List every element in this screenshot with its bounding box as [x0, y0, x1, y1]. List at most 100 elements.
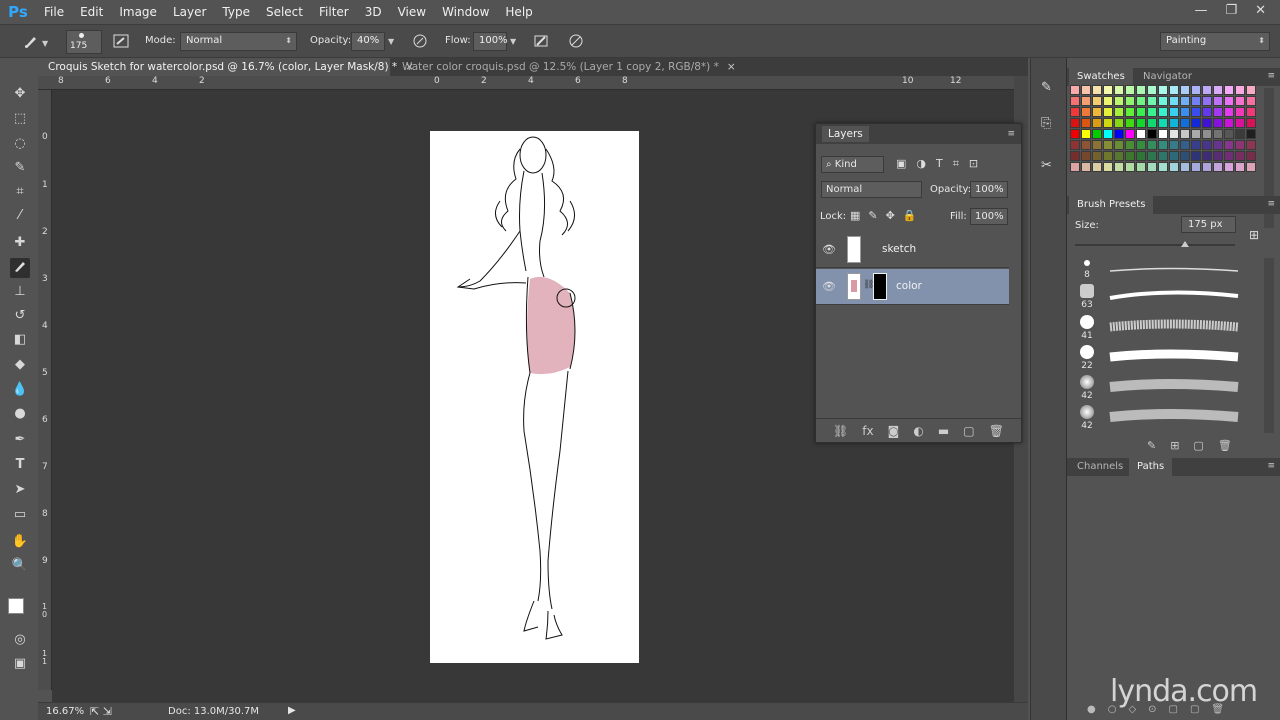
- layer-filter-icons[interactable]: ▣◑T⌗⊡: [896, 157, 988, 171]
- tab-brush-presets[interactable]: Brush Presets: [1069, 196, 1154, 214]
- color-swatch[interactable]: [1103, 85, 1113, 95]
- color-swatch[interactable]: [1213, 162, 1223, 172]
- color-swatch[interactable]: [1180, 140, 1190, 150]
- color-swatch[interactable]: [1136, 107, 1146, 117]
- tool-presets-icon[interactable]: ✂: [1041, 158, 1052, 173]
- close-button[interactable]: ✕: [1255, 3, 1266, 18]
- color-swatch[interactable]: [1235, 107, 1245, 117]
- menu-filter[interactable]: Filter: [311, 5, 357, 19]
- color-swatch[interactable]: [1191, 140, 1201, 150]
- color-swatch[interactable]: [1070, 162, 1080, 172]
- tab-watercolor-croquis[interactable]: Water color croquis.psd @ 12.5% (Layer 1…: [392, 58, 736, 76]
- color-swatch[interactable]: [1158, 129, 1168, 139]
- hand-tool-icon[interactable]: ✋: [10, 532, 30, 552]
- color-swatch[interactable]: [1092, 151, 1102, 161]
- color-swatch[interactable]: [1246, 96, 1256, 106]
- color-swatch[interactable]: [1081, 162, 1091, 172]
- tab-channels[interactable]: Channels: [1069, 458, 1131, 476]
- color-swatch[interactable]: [1169, 96, 1179, 106]
- color-swatch[interactable]: [1246, 85, 1256, 95]
- color-swatch[interactable]: [1103, 118, 1113, 128]
- color-swatch[interactable]: [1158, 151, 1168, 161]
- color-swatch[interactable]: [1191, 151, 1201, 161]
- color-swatch[interactable]: [1081, 96, 1091, 106]
- color-swatch[interactable]: [1125, 85, 1135, 95]
- brush-preset-item[interactable]: 22: [1072, 345, 1252, 375]
- restore-button[interactable]: ❐: [1225, 3, 1237, 18]
- menu-file[interactable]: File: [36, 5, 72, 19]
- color-swatch[interactable]: [1213, 96, 1223, 106]
- brush-size-picker[interactable]: 175: [66, 30, 102, 54]
- color-swatch[interactable]: [1147, 140, 1157, 150]
- color-swatch[interactable]: [1235, 85, 1245, 95]
- panel-menu-icon[interactable]: ≡: [1267, 71, 1275, 81]
- chevron-down-icon[interactable]: ▼: [42, 39, 48, 48]
- eyedropper-tool-icon[interactable]: ⁄: [10, 206, 30, 226]
- new-group-icon[interactable]: ▬: [938, 424, 949, 438]
- panel-menu-icon[interactable]: ≡: [1267, 199, 1275, 209]
- brush-tool-icon[interactable]: [10, 258, 30, 278]
- link-layers-icon[interactable]: ⛓: [833, 424, 848, 438]
- color-swatch[interactable]: [1213, 118, 1223, 128]
- tab-croquis-sketch[interactable]: Croquis Sketch for watercolor.psd @ 16.7…: [38, 58, 414, 76]
- clone-stamp-tool-icon[interactable]: ⊥: [10, 282, 30, 302]
- color-swatch[interactable]: [1125, 107, 1135, 117]
- opacity-input[interactable]: 40%: [351, 32, 385, 51]
- color-swatch[interactable]: [1246, 162, 1256, 172]
- color-swatch[interactable]: [1147, 107, 1157, 117]
- color-swatch[interactable]: [1103, 129, 1113, 139]
- menu-edit[interactable]: Edit: [72, 5, 111, 19]
- color-swatch[interactable]: [1213, 129, 1223, 139]
- color-swatch[interactable]: [1224, 151, 1234, 161]
- color-swatch[interactable]: [1169, 151, 1179, 161]
- color-swatch[interactable]: [1081, 151, 1091, 161]
- color-swatch[interactable]: [1103, 140, 1113, 150]
- lock-icons[interactable]: ▦✎✥🔒: [850, 209, 925, 222]
- eye-icon[interactable]: 👁: [822, 280, 836, 294]
- color-swatch[interactable]: [1070, 96, 1080, 106]
- color-swatch[interactable]: [1191, 162, 1201, 172]
- color-swatch[interactable]: [1125, 151, 1135, 161]
- color-swatch[interactable]: [1081, 129, 1091, 139]
- menu-layer[interactable]: Layer: [165, 5, 214, 19]
- color-swatch[interactable]: [1235, 151, 1245, 161]
- tab-navigator[interactable]: Navigator: [1135, 68, 1200, 86]
- color-swatch[interactable]: [1202, 162, 1212, 172]
- status-menu-arrow-icon[interactable]: ▶: [288, 705, 296, 716]
- brush-panel-icon[interactable]: ✎: [1041, 80, 1052, 95]
- color-swatch[interactable]: [1070, 107, 1080, 117]
- color-swatch[interactable]: [1224, 118, 1234, 128]
- color-swatch[interactable]: [1103, 162, 1113, 172]
- color-swatch[interactable]: [1125, 129, 1135, 139]
- color-swatch[interactable]: [1114, 162, 1124, 172]
- color-swatch[interactable]: [1224, 107, 1234, 117]
- brush-preset-item[interactable]: 63: [1072, 284, 1252, 314]
- rectangle-tool-icon[interactable]: ▭: [10, 505, 30, 525]
- color-swatch[interactable]: [1180, 96, 1190, 106]
- color-swatch[interactable]: [1092, 129, 1102, 139]
- color-swatch[interactable]: [1202, 118, 1212, 128]
- menu-window[interactable]: Window: [434, 5, 497, 19]
- color-swatch[interactable]: [1224, 96, 1234, 106]
- color-swatch[interactable]: [1092, 107, 1102, 117]
- brush-presets-footer-icons[interactable]: ✎⊞▢🗑: [1147, 439, 1246, 452]
- color-swatch[interactable]: [1246, 118, 1256, 128]
- flow-dropdown-icon[interactable]: ▼: [510, 37, 516, 46]
- blur-tool-icon[interactable]: 💧: [10, 380, 30, 400]
- color-swatch[interactable]: [1125, 140, 1135, 150]
- color-swatch[interactable]: [1092, 96, 1102, 106]
- close-tab-icon[interactable]: ×: [727, 61, 736, 73]
- color-swatch[interactable]: [1224, 162, 1234, 172]
- color-swatch[interactable]: [1235, 96, 1245, 106]
- crop-tool-icon[interactable]: ⌗: [10, 182, 30, 202]
- pressure-opacity-icon[interactable]: [411, 33, 429, 51]
- color-swatch[interactable]: [1158, 140, 1168, 150]
- fx-icon[interactable]: fx: [862, 424, 873, 438]
- color-swatch[interactable]: [1147, 96, 1157, 106]
- color-swatch[interactable]: [1114, 85, 1124, 95]
- screen-mode-icon[interactable]: ▣: [10, 654, 30, 674]
- color-swatch[interactable]: [1224, 129, 1234, 139]
- quick-select-tool-icon[interactable]: ✎: [10, 158, 30, 178]
- color-swatch[interactable]: [1092, 140, 1102, 150]
- color-swatch[interactable]: [1246, 129, 1256, 139]
